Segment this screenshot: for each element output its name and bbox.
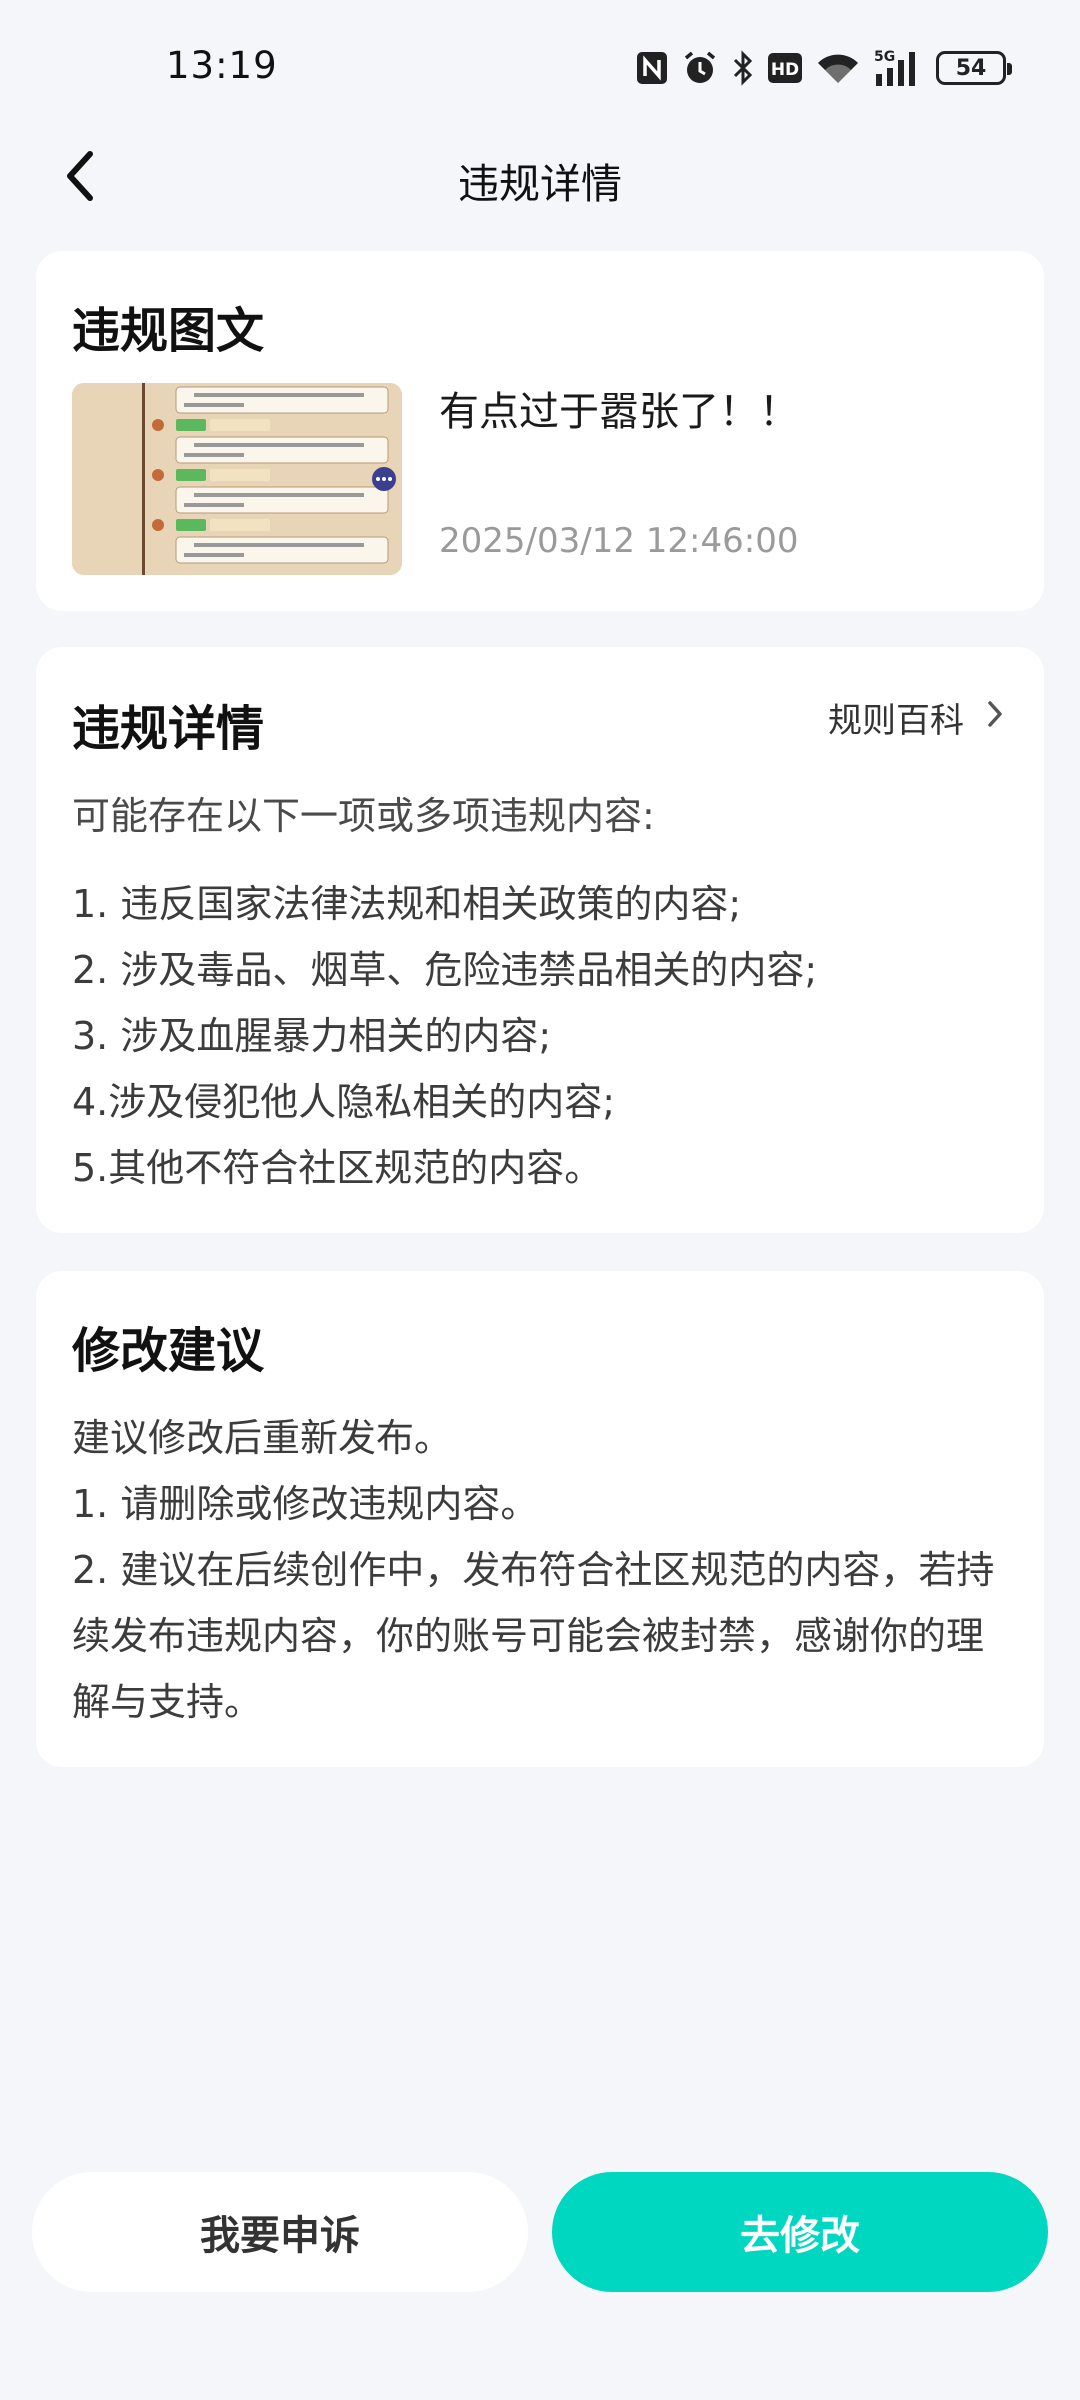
svg-text:5G: 5G (874, 49, 895, 65)
violating-post-card: 违规图文 有点过于嚣张了！！ 2025/03/12 12:46:00 (36, 251, 1044, 611)
suggestion-line: 1. 请删除或修改违规内容。 (72, 1482, 539, 1526)
detail-intro: 可能存在以下一项或多项违规内容: (72, 794, 655, 838)
list-item: 2. 涉及毒品、烟草、危险违禁品相关的内容; (72, 948, 818, 992)
battery-level: 54 (955, 55, 987, 81)
post-thumbnail[interactable] (72, 383, 402, 575)
rules-wiki-link[interactable]: 规则百科 (828, 693, 1004, 742)
suggestion-card: 修改建议 建议修改后重新发布。 1. 请删除或修改违规内容。 2. 建议在后续创… (36, 1271, 1044, 1767)
post-card-title: 违规图文 (72, 303, 265, 359)
appeal-button[interactable]: 我要申诉 (32, 2172, 528, 2292)
status-time: 13:19 (166, 44, 278, 87)
detail-card-title: 违规详情 (72, 701, 265, 757)
list-item: 4.涉及侵犯他人隐私相关的内容; (72, 1080, 616, 1124)
wifi-icon (816, 50, 860, 86)
suggestion-line: 建议修改后重新发布。 (72, 1416, 453, 1460)
violation-list: 1. 违反国家法律法规和相关政策的内容; 2. 涉及毒品、烟草、危险违禁品相关的… (72, 871, 817, 1201)
chevron-right-icon (986, 698, 1004, 738)
list-item: 3. 涉及血腥暴力相关的内容; (72, 1014, 552, 1058)
suggestion-text: 建议修改后重新发布。 1. 请删除或修改违规内容。 2. 建议在后续创作中，发布… (72, 1405, 1012, 1735)
suggest-card-title: 修改建议 (72, 1323, 265, 1379)
status-bar: 13:19 HD 5G 54 (0, 0, 1080, 136)
suggestion-line: 2. 建议在后续创作中，发布符合社区规范的内容，若持续发布违规内容，你的账号可能… (72, 1548, 995, 1724)
svg-text:HD: HD (771, 60, 799, 80)
rules-wiki-label: 规则百科 (828, 701, 964, 741)
battery-icon: 54 (936, 51, 1012, 85)
post-text: 有点过于嚣张了！！ (439, 389, 799, 435)
nfc-icon (636, 51, 668, 85)
page-title: 违规详情 (458, 160, 622, 208)
signal-5g-icon: 5G (874, 48, 922, 88)
list-item: 1. 违反国家法律法规和相关政策的内容; (72, 882, 742, 926)
post-timestamp: 2025/03/12 12:46:00 (439, 521, 799, 561)
bluetooth-icon (732, 50, 754, 86)
edit-button[interactable]: 去修改 (552, 2172, 1048, 2292)
alarm-icon (682, 50, 718, 86)
violation-detail-card: 违规详情 规则百科 可能存在以下一项或多项违规内容: 1. 违反国家法律法规和相… (36, 647, 1044, 1233)
status-icons: HD 5G 54 (636, 44, 1012, 92)
list-item: 5.其他不符合社区规范的内容。 (72, 1146, 603, 1190)
hd-icon: HD (768, 53, 802, 83)
nav-bar: 违规详情 (0, 136, 1080, 216)
